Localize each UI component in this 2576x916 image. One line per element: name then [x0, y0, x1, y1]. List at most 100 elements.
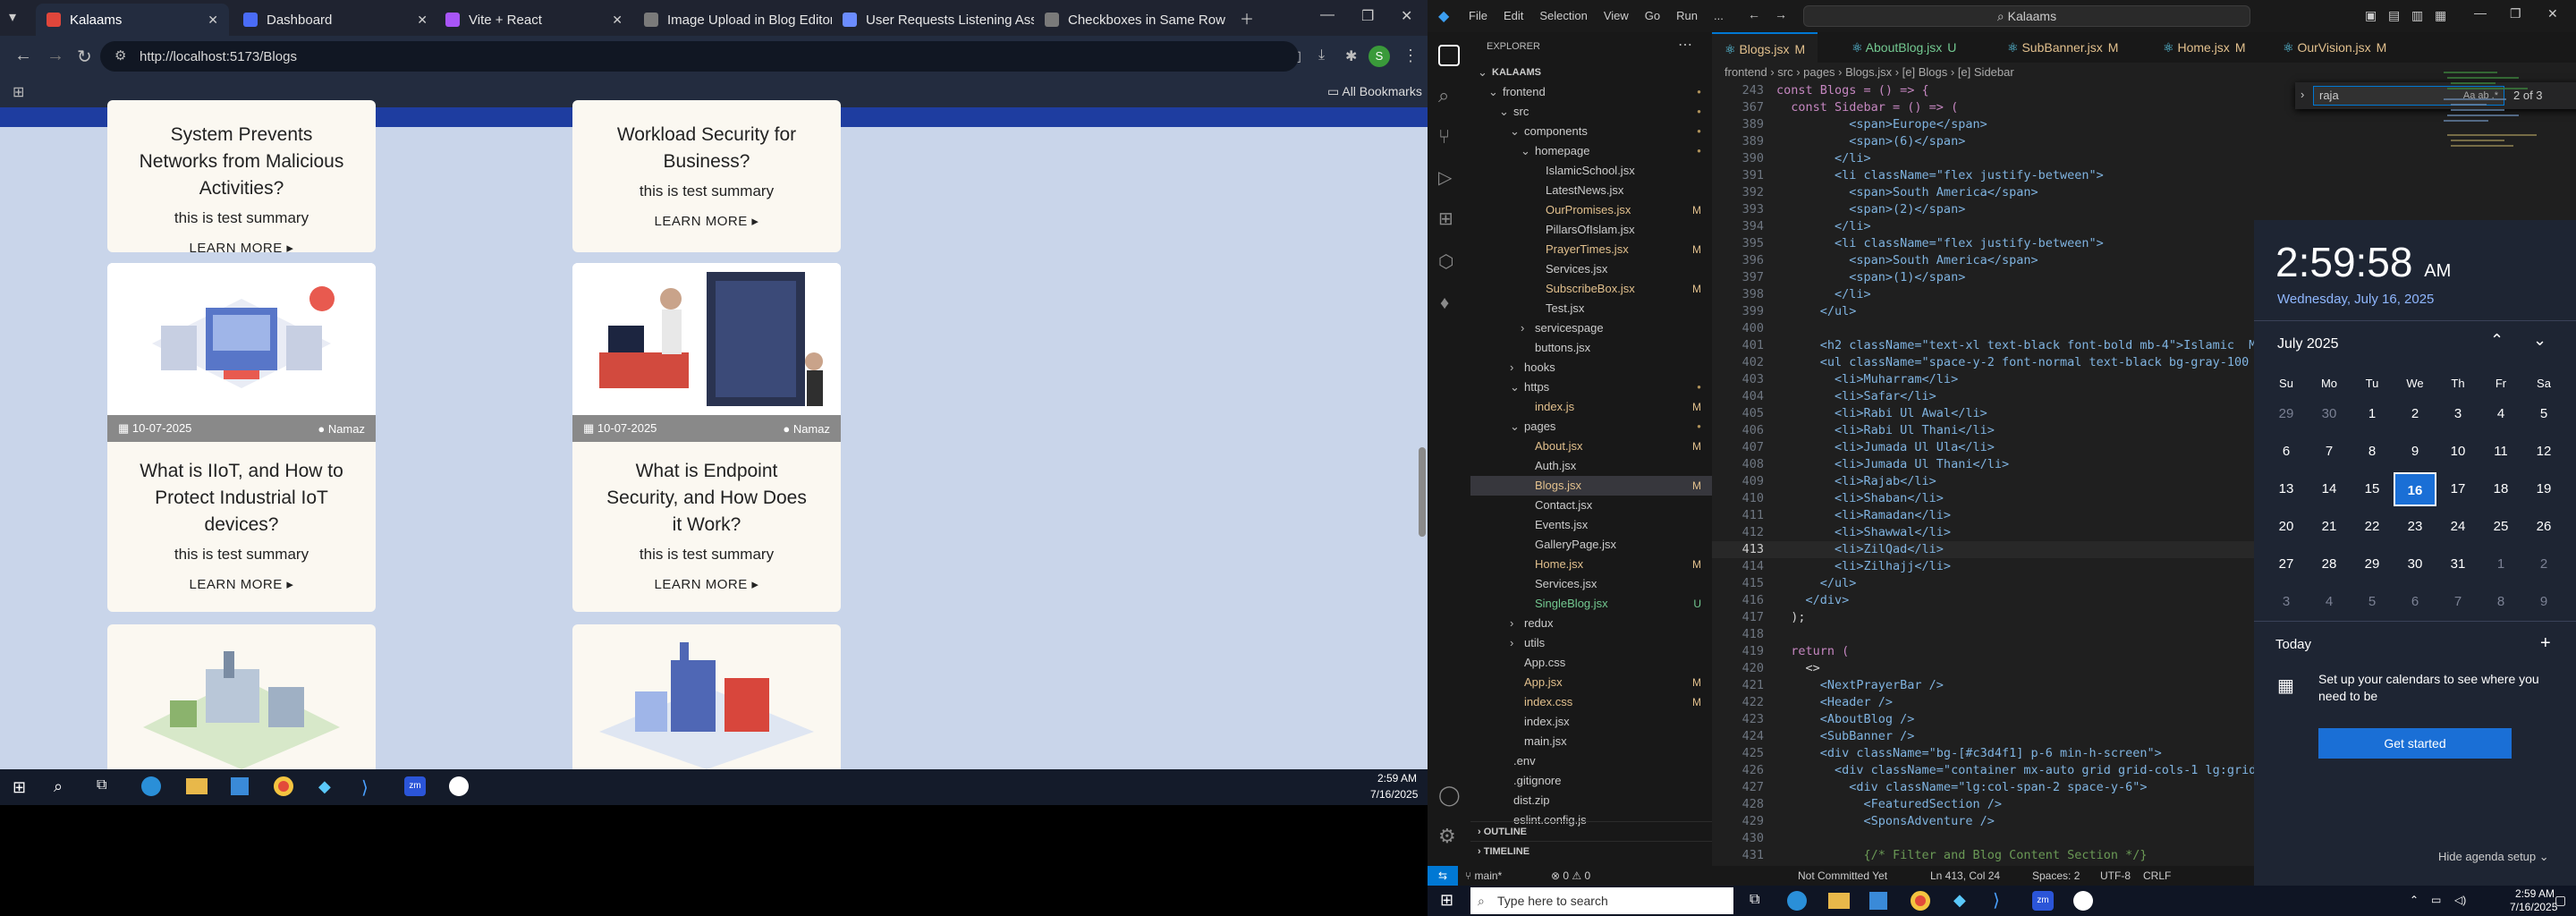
tree-file[interactable]: LatestNews.jsx	[1470, 181, 1712, 200]
learn-more-link[interactable]: LEARN MORE ▸	[107, 576, 376, 592]
calendar-day[interactable]: 9	[2394, 435, 2436, 469]
page-scrollbar[interactable]	[1419, 447, 1426, 537]
calendar-day[interactable]: 22	[2351, 510, 2394, 544]
calendar-day[interactable]: 21	[2308, 510, 2351, 544]
calendar-day[interactable]: 23	[2394, 510, 2436, 544]
apps-grid-icon[interactable]: ⊞	[13, 83, 24, 101]
calendar-day[interactable]: 9	[2522, 585, 2565, 619]
taskbar-search-box[interactable]: ⌕ Type here to search	[1470, 887, 1733, 914]
calendar-day[interactable]: 18	[2479, 472, 2522, 506]
calendar-day[interactable]: 2	[2522, 547, 2565, 581]
blog-thumbnail[interactable]: ▦ 10-07-2025 ● Namaz	[572, 263, 841, 442]
tree-file[interactable]: Services.jsx	[1470, 259, 1712, 279]
blog-card[interactable]: Workload Security for Business? this is …	[572, 100, 841, 252]
tab-vite-react[interactable]: Vite + React ✕	[435, 4, 633, 36]
calendar-day[interactable]: 3	[2265, 585, 2308, 619]
tree-file[interactable]: Services.jsx	[1470, 574, 1712, 594]
learn-more-link[interactable]: LEARN MORE ▸	[572, 576, 841, 592]
calendar-day[interactable]: 1	[2351, 397, 2394, 431]
tree-folder[interactable]: ⌄ src ●	[1470, 102, 1712, 122]
menu-item[interactable]: Run	[1676, 9, 1698, 22]
search-icon[interactable]: ⌕	[54, 777, 63, 796]
calendar-day[interactable]: 27	[2265, 547, 2308, 581]
file-explorer-icon[interactable]	[1828, 893, 1850, 909]
tree-folder[interactable]: ⌄ pages ●	[1470, 417, 1712, 437]
profile-avatar[interactable]: S	[1368, 46, 1390, 67]
git-blame-status[interactable]: Not Committed Yet	[1798, 866, 1887, 886]
vscode-icon[interactable]: ⟩	[1993, 889, 2000, 912]
back-icon[interactable]: ←	[14, 46, 32, 66]
layout-customize-icon[interactable]: ▦	[2435, 8, 2446, 23]
menu-item[interactable]: Selection	[1539, 9, 1587, 22]
nav-forward-icon[interactable]: →	[1775, 7, 1787, 21]
problems-indicator[interactable]: ⊗ 0 ⚠ 0	[1551, 866, 1590, 886]
blog-thumbnail[interactable]: ▦ 10-07-2025 ● Namaz	[107, 263, 376, 442]
blog-title[interactable]: System Prevents Networks from Malicious …	[107, 122, 376, 202]
tree-file[interactable]: index.jsx	[1470, 712, 1712, 732]
layout-panel-icon[interactable]: ▣	[2365, 8, 2377, 23]
previous-month-icon[interactable]: ⌃	[2490, 331, 2504, 350]
close-window-icon[interactable]: ✕	[1401, 7, 1412, 25]
tree-file[interactable]: Blogs.jsx M	[1470, 476, 1712, 496]
tree-file[interactable]: Home.jsx M	[1470, 555, 1712, 574]
run-debug-icon[interactable]: ▷	[1438, 166, 1452, 189]
tree-file[interactable]: About.jsx M	[1470, 437, 1712, 456]
month-label[interactable]: July 2025	[2277, 336, 2339, 352]
app-circle-icon[interactable]	[449, 776, 469, 796]
hide-agenda-link[interactable]: Hide agenda setup ⌄	[2438, 850, 2549, 864]
calendar-day[interactable]: 5	[2351, 585, 2394, 619]
source-control-icon[interactable]: ⑂	[1438, 125, 1450, 148]
tree-file[interactable]: App.jsx M	[1470, 673, 1712, 692]
tree-file[interactable]: buttons.jsx	[1470, 338, 1712, 358]
calendar-day[interactable]: 25	[2479, 510, 2522, 544]
site-info-icon[interactable]: ⚙	[114, 47, 126, 64]
tree-file[interactable]: Contact.jsx	[1470, 496, 1712, 515]
tree-file[interactable]: Test.jsx	[1470, 299, 1712, 318]
calendar-day[interactable]: 15	[2351, 472, 2394, 506]
remote-explorer-icon[interactable]: ⬡	[1438, 250, 1453, 273]
restore-icon[interactable]: ❐	[2510, 6, 2521, 21]
zoom-icon[interactable]: zm	[404, 776, 426, 796]
calendar-day[interactable]: 19	[2522, 472, 2565, 506]
tree-file[interactable]: SubscribeBox.jsx M	[1470, 279, 1712, 299]
tree-file[interactable]: GalleryPage.jsx	[1470, 535, 1712, 555]
calendar-day[interactable]: 14	[2308, 472, 2351, 506]
new-tab-icon[interactable]: ＋	[1240, 7, 1254, 29]
blog-title[interactable]: Workload Security for Business?	[572, 122, 841, 175]
calendar-day[interactable]: 3	[2436, 397, 2479, 431]
toggle-replace-icon[interactable]: ›	[2301, 88, 2304, 101]
app-circle-icon[interactable]	[2073, 891, 2093, 911]
minimize-icon[interactable]: —	[2474, 5, 2487, 20]
get-started-button[interactable]: Get started	[2318, 728, 2512, 759]
more-actions-icon[interactable]: ⋯	[1678, 36, 1692, 54]
tree-folder[interactable]: › hooks	[1470, 358, 1712, 377]
chrome-icon[interactable]	[274, 776, 293, 796]
tab-checkboxes[interactable]: Checkboxes in Same Row✕	[1034, 4, 1233, 36]
menu-item[interactable]: Go	[1645, 9, 1660, 22]
tree-file[interactable]: OurPromises.jsx M	[1470, 200, 1712, 220]
editor-tab[interactable]: ⚛ OurVision.jsx M	[2270, 32, 2399, 63]
calendar-day-today[interactable]: 16	[2394, 472, 2436, 506]
edge-icon[interactable]	[141, 776, 161, 796]
vscode-icon[interactable]: ⟩	[361, 776, 369, 799]
task-view-icon[interactable]: ⧉	[1750, 892, 1759, 908]
minimap[interactable]	[2435, 63, 2576, 242]
encoding-status[interactable]: UTF-8	[2100, 866, 2131, 886]
calendar-day[interactable]: 12	[2522, 435, 2565, 469]
calendar-day[interactable]: 10	[2436, 435, 2479, 469]
tree-file[interactable]: dist.zip	[1470, 791, 1712, 810]
settings-gear-icon[interactable]: ⚙	[1438, 825, 1456, 848]
calendar-day[interactable]: 5	[2522, 397, 2565, 431]
calendar-day[interactable]: 30	[2308, 397, 2351, 431]
puzzle-icon[interactable]: ✱	[1345, 47, 1357, 65]
tree-file[interactable]: App.css	[1470, 653, 1712, 673]
calendar-day[interactable]: 30	[2394, 547, 2436, 581]
task-view-icon[interactable]: ⧉	[97, 777, 106, 793]
tree-file[interactable]: PillarsOfIslam.jsx	[1470, 220, 1712, 240]
mongodb-leaf-icon[interactable]: ♦	[1440, 293, 1449, 314]
add-event-icon[interactable]: +	[2540, 633, 2551, 654]
calendar-day[interactable]: 4	[2308, 585, 2351, 619]
blog-card[interactable]	[107, 624, 376, 769]
tab-user-requests[interactable]: User Requests Listening Assi✕	[832, 4, 1034, 36]
taskbar-date[interactable]: 7/16/2025	[2510, 901, 2557, 913]
